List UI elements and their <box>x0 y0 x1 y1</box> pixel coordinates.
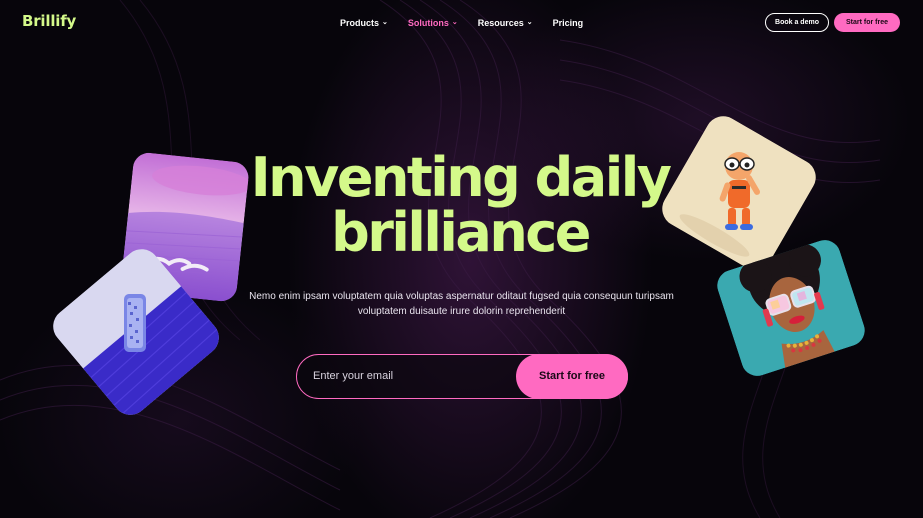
nav-item-label: Pricing <box>552 18 584 28</box>
main-menu: Products ⌄ Solutions ⌄ Resources ⌄ Prici… <box>340 18 583 28</box>
nav-item-label: Solutions <box>407 18 449 28</box>
book-demo-button[interactable]: Book a demo <box>765 13 829 32</box>
start-free-hero-button[interactable]: Start for free <box>516 353 628 399</box>
headline-line-1: Inventing daily <box>250 146 672 209</box>
nav-item-products[interactable]: Products ⌄ <box>340 18 388 28</box>
nav-item-solutions[interactable]: Solutions ⌄ <box>408 18 458 28</box>
email-input[interactable] <box>313 355 503 397</box>
brand-logo[interactable]: Brillify <box>22 12 76 30</box>
nav-item-resources[interactable]: Resources ⌄ <box>478 18 533 28</box>
hero-subtitle: Nemo enim ipsam voluptatem quia voluptas… <box>249 291 674 317</box>
email-signup-form: Start for free <box>296 353 628 399</box>
chevron-down-icon: ⌄ <box>451 19 458 26</box>
nav-item-label: Resources <box>477 18 524 28</box>
headline-line-2: brilliance <box>331 201 591 264</box>
nav-item-label: Products <box>340 18 380 28</box>
chevron-down-icon: ⌄ <box>382 19 388 26</box>
nav-item-pricing[interactable]: Pricing <box>553 18 584 28</box>
chevron-down-icon: ⌄ <box>526 19 533 26</box>
start-free-nav-button[interactable]: Start for free <box>834 13 900 32</box>
hero-headline: Inventing daily brilliance <box>220 150 700 260</box>
top-navbar: Brillify Products ⌄ Solutions ⌄ Resource… <box>0 0 923 44</box>
